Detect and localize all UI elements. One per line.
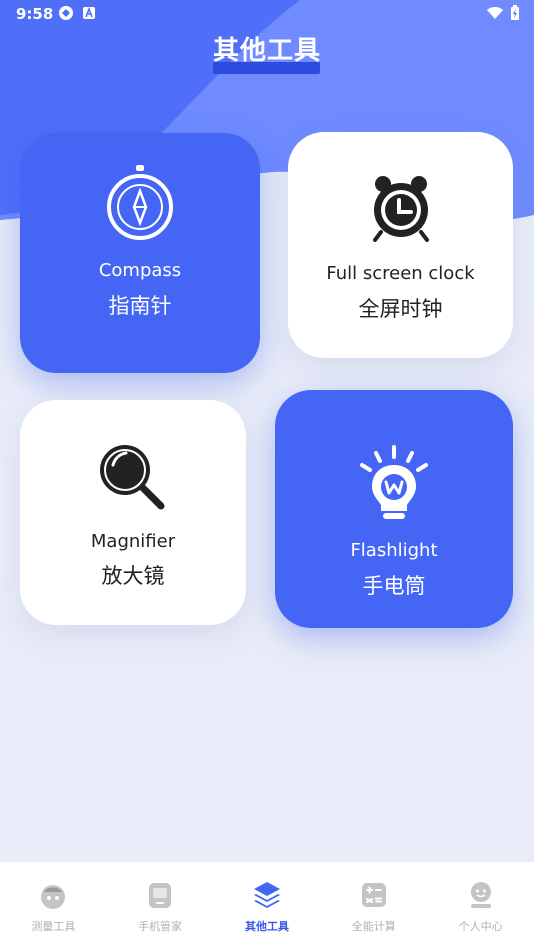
calculator-icon — [361, 883, 386, 907]
tool-label-en: Flashlight — [350, 540, 438, 561]
tool-card-clock[interactable]: Full screen clock 全屏时钟 — [288, 132, 513, 358]
measure-icon — [41, 885, 66, 909]
status-bar: 9:58 — [0, 0, 534, 28]
tool-label-en: Compass — [98, 260, 182, 281]
person-icon — [470, 882, 491, 908]
tab-label: 全能计算 — [351, 920, 396, 933]
sync-icon — [59, 6, 73, 20]
phone-icon — [149, 883, 172, 908]
tool-card-compass[interactable]: Compass 指南针 — [20, 133, 260, 373]
tool-card-flashlight[interactable]: Flashlight 手电筒 — [275, 390, 513, 628]
tab-phone-manager[interactable]: 手机管家 — [107, 862, 214, 950]
tool-label-zh: 手电筒 — [362, 574, 426, 598]
alarm-clock-icon — [372, 176, 429, 242]
tab-other-tools[interactable]: 其他工具 — [214, 862, 321, 950]
tool-card-magnifier[interactable]: Magnifier 放大镜 — [20, 400, 246, 625]
magnifier-icon — [100, 445, 165, 510]
tab-label: 手机管家 — [138, 920, 183, 933]
tool-label-en: Magnifier — [90, 531, 176, 552]
tab-measure-tools[interactable]: 测量工具 — [0, 862, 107, 950]
lightbulb-icon — [360, 445, 428, 519]
battery-icon — [511, 5, 519, 20]
compass-icon — [107, 165, 173, 240]
status-time: 9:58 — [16, 5, 54, 23]
tab-profile[interactable]: 个人中心 — [427, 862, 534, 950]
tab-calculator[interactable]: 全能计算 — [320, 862, 427, 950]
tool-label-en: Full screen clock — [326, 263, 475, 284]
wifi-icon — [487, 7, 503, 19]
layers-icon — [253, 882, 280, 908]
tool-label-zh: 全屏时钟 — [358, 297, 443, 321]
tab-label: 个人中心 — [458, 920, 503, 933]
bottom-tab-bar: 测量工具 手机管家 其他工具 全能计算 个人中心 — [0, 862, 534, 950]
tab-label: 其他工具 — [244, 920, 289, 933]
tool-label-zh: 放大镜 — [101, 564, 165, 588]
a-icon — [83, 6, 95, 19]
page-title: 其他工具 — [212, 36, 321, 66]
tab-label: 测量工具 — [31, 920, 76, 933]
tool-label-zh: 指南针 — [108, 294, 172, 318]
